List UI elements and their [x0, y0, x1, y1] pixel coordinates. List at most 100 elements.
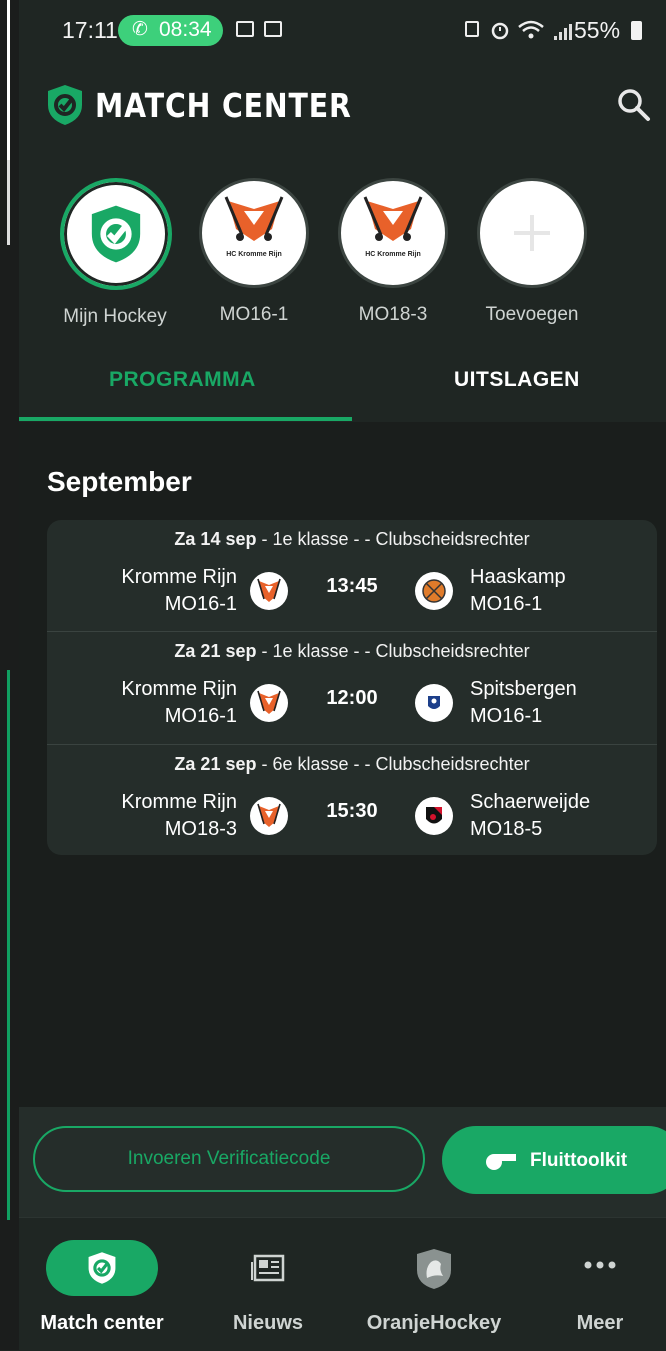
plus-icon — [514, 215, 550, 251]
spitsbergen-crest-icon — [415, 684, 453, 722]
tab-bar: PROGRAMMA UITSLAGEN — [19, 340, 666, 423]
match-row[interactable]: Za 14 sep - 1e klasse - - Clubscheidsrec… — [47, 520, 657, 632]
tab-uitslagen[interactable]: UITSLAGEN — [454, 368, 580, 392]
away-team-name: Schaerweijde — [470, 791, 591, 813]
edge-strip — [7, 0, 10, 160]
nav-label: Meer — [576, 1312, 624, 1334]
nav-oranjehockey[interactable]: OranjeHockey — [351, 1218, 517, 1351]
home-team: Kromme Rijn MO16-1 — [67, 676, 237, 730]
match-center-logo-icon — [88, 1252, 116, 1284]
hc-kromme-rijn-crest-icon — [363, 196, 423, 241]
phone-icon: ✆ — [132, 19, 148, 40]
team-avatar: HC Kromme Rijn — [338, 178, 448, 288]
battery-icon — [631, 21, 642, 40]
wifi-icon — [518, 20, 544, 39]
home-team-sub: MO16-1 — [164, 705, 237, 727]
home-team-name: Kromme Rijn — [121, 791, 237, 813]
match-date: Za 14 sep — [174, 529, 257, 549]
bottom-nav: Match center Nieuws OranjeHockey Meer — [19, 1217, 666, 1351]
team-mo16-1[interactable]: HC Kromme Rijn MO16-1 — [199, 178, 309, 326]
app-title: MATCH CENTER — [95, 86, 352, 125]
match-row[interactable]: Za 21 sep - 1e klasse - - Clubscheidsrec… — [47, 632, 657, 744]
more-icon — [584, 1261, 616, 1269]
team-label: Mijn Hockey — [63, 306, 167, 327]
team-label: Toevoegen — [485, 304, 579, 325]
away-team: Schaerweijde MO18-5 — [470, 789, 650, 843]
home-team: Kromme Rijn MO16-1 — [67, 564, 237, 618]
kromme-rijn-crest-icon — [250, 684, 288, 722]
home-team-name: Kromme Rijn — [121, 566, 237, 588]
tab-programma[interactable]: PROGRAMMA — [109, 368, 256, 392]
away-team-name: Haaskamp — [470, 566, 566, 588]
status-time: 17:11 — [62, 17, 118, 43]
match-time: 12:00 — [326, 687, 378, 709]
app-screen: 17:11 ✆ 08:34 55% MATCH CENTER Mijn Hock… — [19, 0, 666, 1351]
nav-label: OranjeHockey — [366, 1312, 502, 1334]
match-time: 15:30 — [326, 800, 378, 822]
crest-text: HC Kromme Rijn — [365, 251, 421, 258]
team-label: MO18-3 — [358, 304, 428, 325]
match-info: - 1e klasse - - Clubscheidsrechter — [256, 641, 530, 661]
team-avatar: HC Kromme Rijn — [199, 178, 309, 288]
match-center-logo-icon — [48, 85, 82, 125]
status-bar: 17:11 ✆ 08:34 55% — [19, 0, 666, 60]
battery-percent: 55% — [574, 17, 621, 43]
team-mo18-3[interactable]: HC Kromme Rijn MO18-3 — [338, 178, 448, 326]
gallery-icon — [236, 21, 254, 37]
match-date: Za 21 sep — [174, 641, 257, 661]
nav-label: Match center — [40, 1312, 164, 1334]
team-avatar — [60, 178, 172, 290]
team-label: MO16-1 — [219, 304, 289, 325]
alarm-icon — [491, 22, 509, 40]
team-mijn-hockey[interactable]: Mijn Hockey — [60, 178, 172, 328]
battery-saver-icon — [465, 21, 479, 37]
kromme-rijn-crest-icon — [250, 572, 288, 610]
nav-nieuws[interactable]: Nieuws — [185, 1218, 351, 1351]
nav-label: Nieuws — [232, 1312, 304, 1334]
match-row[interactable]: Za 21 sep - 6e klasse - - Clubscheidsrec… — [47, 745, 657, 855]
away-team-name: Spitsbergen — [470, 678, 577, 700]
match-date: Za 21 sep — [174, 754, 257, 774]
active-tab-indicator — [19, 417, 352, 421]
nav-active-pill — [46, 1240, 158, 1296]
home-team-sub: MO18-3 — [164, 818, 237, 840]
nav-match-center[interactable]: Match center — [19, 1218, 185, 1351]
fluittoolkit-button[interactable]: Fluittoolkit — [442, 1126, 666, 1194]
home-team-name: Kromme Rijn — [121, 678, 237, 700]
match-meta: Za 21 sep - 1e klasse - - Clubscheidsrec… — [47, 641, 657, 662]
match-time: 13:45 — [326, 575, 378, 597]
away-team-sub: MO16-1 — [470, 593, 543, 615]
call-timer: 08:34 — [159, 18, 212, 41]
away-team: Haaskamp MO16-1 — [470, 564, 650, 618]
match-meta: Za 14 sep - 1e klasse - - Clubscheidsrec… — [47, 529, 657, 550]
match-info: - 1e klasse - - Clubscheidsrechter — [256, 529, 530, 549]
search-icon[interactable] — [617, 88, 651, 122]
whistle-icon — [486, 1154, 516, 1170]
away-team-sub: MO18-5 — [470, 818, 543, 840]
home-team-sub: MO16-1 — [164, 593, 237, 615]
schaerweijde-crest-icon — [415, 797, 453, 835]
haaskamp-crest-icon — [415, 572, 453, 610]
crest-text: HC Kromme Rijn — [226, 251, 282, 258]
newspaper-icon — [251, 1254, 285, 1282]
match-meta: Za 21 sep - 6e klasse - - Clubscheidsrec… — [47, 754, 657, 775]
match-info: - 6e klasse - - Clubscheidsrechter — [256, 754, 530, 774]
nav-meer[interactable]: Meer — [517, 1218, 666, 1351]
match-center-logo-icon — [91, 205, 141, 263]
away-team: Spitsbergen MO16-1 — [470, 676, 650, 730]
verification-code-button[interactable]: Invoeren Verificatiecode — [33, 1126, 425, 1192]
edge-strip — [7, 670, 10, 1220]
match-list: Za 14 sep - 1e klasse - - Clubscheidsrec… — [47, 520, 657, 855]
kromme-rijn-crest-icon — [250, 797, 288, 835]
left-edge — [0, 0, 19, 1350]
team-avatar — [477, 178, 587, 288]
month-heading: September — [47, 466, 192, 497]
oranjehockey-lion-icon — [417, 1249, 451, 1289]
edge-strip — [7, 160, 10, 245]
outlook-icon — [264, 21, 282, 37]
hc-kromme-rijn-crest-icon — [224, 196, 284, 241]
action-bar: Invoeren Verificatiecode Fluittoolkit — [19, 1107, 666, 1217]
team-add[interactable]: Toevoegen — [477, 178, 587, 326]
fluittoolkit-label: Fluittoolkit — [530, 1150, 628, 1171]
call-indicator[interactable]: ✆ 08:34 — [118, 15, 223, 46]
